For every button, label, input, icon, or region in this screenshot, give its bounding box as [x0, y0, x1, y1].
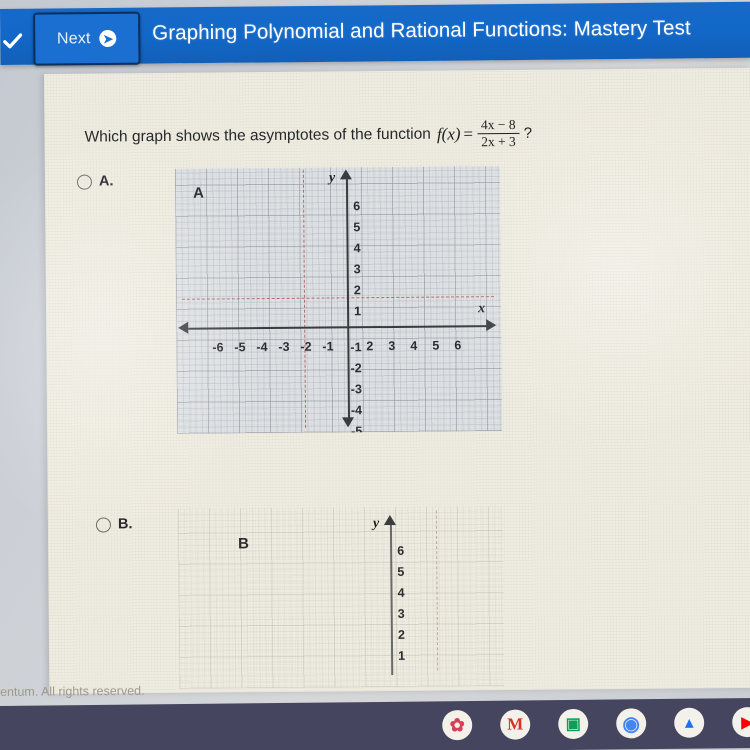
graph-a-xtick-3: 3: [388, 338, 396, 354]
youtube-icon[interactable]: ▶: [732, 706, 750, 738]
check-icon[interactable]: [2, 31, 23, 51]
arrow-right-circle-icon: ➤: [99, 29, 117, 48]
graph-a-ytick--4: -4: [350, 403, 363, 418]
graph-a-xtick--1: -1: [322, 339, 334, 354]
gmail-icon[interactable]: M: [500, 709, 531, 740]
graph-a-ytick--3: -3: [350, 382, 362, 397]
formula-question-mark: ?: [523, 124, 533, 142]
graph-panel-b[interactable]: y x B 6 5 4 3 2 1: [177, 506, 505, 689]
graph-b-ytick-1: 1: [398, 648, 406, 663]
radio-button-b[interactable]: [95, 516, 111, 533]
x-axis-right-arrow-icon-a: [486, 319, 497, 332]
page-title: Graphing Polynomial and Rational Functio…: [152, 16, 691, 45]
graph-a-ytick--2: -2: [350, 361, 362, 376]
google-classroom-icon[interactable]: ▣: [558, 708, 589, 740]
graph-a-major-gridlines: [174, 166, 503, 434]
graph-a-ytick-6: 6: [353, 199, 361, 214]
chrome-icon[interactable]: ◉: [616, 708, 647, 739]
x-axis-left-arrow-icon-a: [178, 321, 189, 334]
graph-a-ytick-1: 1: [354, 304, 362, 319]
graph-a-ytick--5: -5: [351, 424, 363, 434]
option-label-b: B.: [117, 516, 133, 533]
question-formula: f(x) = 4x − 8 2x + 3 ?: [436, 117, 533, 150]
formula-numerator: 4x − 8: [476, 117, 520, 135]
graph-a-xtick--3: -3: [278, 339, 290, 354]
next-button[interactable]: Next ➤: [33, 11, 141, 66]
graph-b-ytick-5: 5: [397, 564, 405, 579]
graph-panel-a[interactable]: y x A -6 -5 -4 -3 -2 -1 2 3 4 5 6 6 5 4 …: [174, 166, 503, 434]
formula-equals: =: [463, 123, 474, 144]
graph-b-tag: B: [238, 535, 250, 553]
graph-a-xtick--6: -6: [212, 340, 224, 355]
footer-copyright: entum. All rights reserved.: [0, 683, 145, 699]
graph-b-ytick-2: 2: [397, 627, 405, 642]
graph-b-ytick-6: 6: [397, 543, 405, 558]
formula-function-name: f(x): [436, 124, 461, 144]
graph-a-xtick--4: -4: [256, 340, 268, 355]
graph-a-xtick--5: -5: [234, 340, 246, 355]
next-button-label: Next: [56, 29, 91, 47]
graph-b-y-axis-label: y: [372, 516, 380, 532]
graph-a-x-axis-label: x: [477, 301, 486, 317]
option-row-b[interactable]: B.: [95, 516, 133, 533]
option-row-a[interactable]: A.: [76, 173, 114, 190]
graph-b-ytick-3: 3: [397, 606, 405, 621]
app-header-bar: Next ➤ Graphing Polynomial and Rational …: [0, 1, 750, 66]
question-prompt: Which graph shows the asymptotes of the …: [84, 125, 431, 146]
formula-denominator: 2x + 3: [481, 134, 516, 150]
graph-a-ytick-4: 4: [353, 241, 361, 256]
y-axis-up-arrow-icon-b: [383, 514, 396, 526]
graph-b-ytick-4: 4: [397, 585, 405, 600]
assessment-content-card: Which graph shows the asymptotes of the …: [44, 67, 750, 694]
formula-fraction: 4x − 8 2x + 3: [476, 117, 520, 150]
graph-a-xtick-6: 6: [454, 338, 462, 353]
graph-a-tag: A: [192, 184, 204, 202]
google-drive-icon[interactable]: ▲: [674, 707, 705, 738]
media-app-icon[interactable]: ✿: [442, 710, 473, 741]
graph-a-ytick-3: 3: [353, 262, 361, 277]
radio-button-a[interactable]: [76, 174, 93, 190]
graph-b-major-gridlines: [177, 506, 505, 689]
graph-a-y-axis-label: y: [328, 170, 336, 186]
graph-a-xtick-5: 5: [432, 338, 440, 353]
graph-a-xtick-2: 2: [366, 339, 374, 354]
graph-a-xtick-4: 4: [410, 338, 418, 353]
y-axis-up-arrow-icon-a: [339, 169, 352, 180]
question-row: Which graph shows the asymptotes of the …: [84, 117, 533, 153]
option-label-a: A.: [98, 173, 114, 190]
graph-a-xtick--2: -2: [300, 339, 312, 354]
graph-a-ytick-2: 2: [353, 283, 361, 298]
graph-a-ytick-5: 5: [353, 220, 361, 235]
graph-a-ytick--1: -1: [350, 340, 362, 355]
taskbar-shelf: ✿ M ▣ ◉ ▲ ▶: [0, 698, 750, 750]
